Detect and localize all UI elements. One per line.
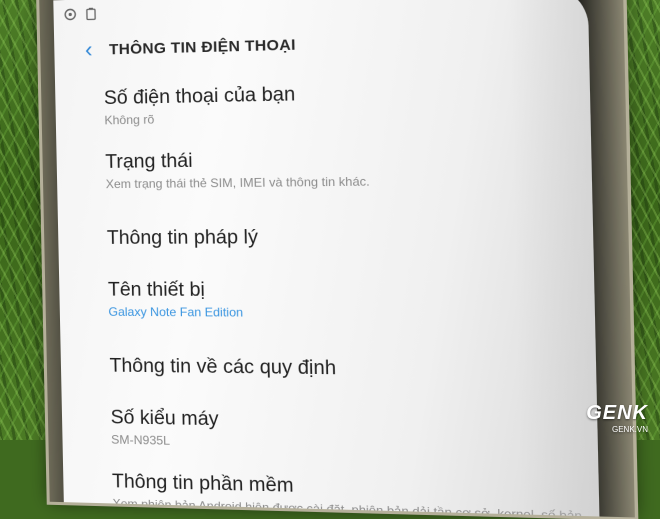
item-label: Tên thiết bị <box>107 279 206 301</box>
app-header: ‹ THÔNG TIN ĐIỆN THOẠI <box>54 16 589 71</box>
circle-settings-icon <box>64 8 77 21</box>
list-item-regulatory-info[interactable]: Thông tin về các quy định <box>60 335 597 406</box>
settings-list: Số điện thoại của bạn Không rõ Trạng thá… <box>55 69 599 517</box>
item-label: Thông tin về các quy định <box>109 355 337 380</box>
item-subtitle: Xem trạng thái thẻ SIM, IMEI và thông ti… <box>105 174 370 192</box>
item-subtitle: Galaxy Note Fan Edition <box>108 304 244 320</box>
phone-screen: ‹ THÔNG TIN ĐIỆN THOẠI Số điện thoại của… <box>53 0 600 517</box>
back-button[interactable]: ‹ <box>68 36 109 63</box>
phone: ‹ THÔNG TIN ĐIỆN THOẠI Số điện thoại của… <box>0 0 660 519</box>
item-label: Số điện thoại của bạn <box>103 83 296 110</box>
list-item-device-name[interactable]: Tên thiết bị Galaxy Note Fan Edition <box>59 271 596 338</box>
page-title: THÔNG TIN ĐIỆN THOẠI <box>108 35 296 58</box>
list-item-software-info[interactable]: Thông tin phần mềm Xem phiên bản Android… <box>63 462 599 517</box>
watermark-logo: GENK <box>586 402 648 424</box>
list-item-model-number[interactable]: Số kiểu máy SM-N935L <box>62 398 599 473</box>
item-label: Số kiểu máy <box>110 407 219 431</box>
chevron-left-icon: ‹ <box>84 36 93 63</box>
item-label: Thông tin pháp lý <box>106 226 259 249</box>
item-subtitle: SM-N935L <box>111 432 171 448</box>
genk-watermark: GENK GENK.VN <box>586 402 648 434</box>
item-label: Trạng thái <box>105 150 193 173</box>
battery-icon <box>85 7 98 21</box>
watermark-url: GENK.VN <box>611 425 648 434</box>
list-item-legal-info[interactable]: Thông tin pháp lý <box>58 204 594 271</box>
list-item-phone-number[interactable]: Số điện thoại của bạn Không rõ <box>55 69 591 144</box>
list-item-status[interactable]: Trạng thái Xem trạng thái thẻ SIM, IMEI … <box>56 136 592 207</box>
status-bar <box>64 7 99 21</box>
